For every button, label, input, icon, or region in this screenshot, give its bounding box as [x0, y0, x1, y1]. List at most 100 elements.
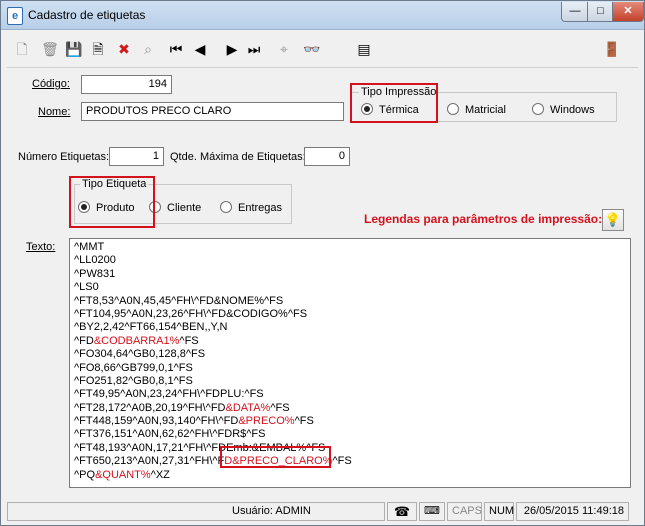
- search-icon[interactable]: ⌕: [137, 38, 159, 60]
- legendas-label: Legendas para parâmetros de impressão:: [364, 212, 603, 226]
- texto-line: ^LS0: [74, 281, 626, 294]
- texto-line: ^BY2,2,42^FT66,154^BEN,,Y,N: [74, 321, 626, 334]
- radio-windows-label: Windows: [550, 104, 595, 116]
- previous-record-icon[interactable]: ◀: [189, 38, 211, 60]
- texto-line: ^FT48,193^A0N,17,21^FH\^FDEmb:&EMBAL%^FS: [74, 442, 626, 455]
- texto-segment: ^XZ: [150, 468, 170, 481]
- radio-matricial[interactable]: Matricial: [447, 103, 506, 116]
- highlight-preco-claro: [220, 446, 331, 468]
- texto-segment: ^MMT: [74, 241, 105, 253]
- save-icon[interactable]: 💾: [63, 38, 85, 60]
- texto-parameter: &CODBARRA1%: [93, 334, 180, 347]
- maximize-button[interactable]: □: [587, 2, 614, 22]
- new-icon[interactable]: 🗋: [11, 38, 33, 60]
- report-icon[interactable]: ▤: [353, 38, 375, 60]
- radio-dot: [447, 103, 459, 115]
- texto-segment: ^FO8,66^GB799,0,1^FS: [74, 361, 193, 374]
- codigo-field[interactable]: 194: [81, 75, 172, 94]
- nome-field[interactable]: PRODUTOS PRECO CLARO: [81, 102, 344, 121]
- texto-segment: ^FT376,151^A0N,62,62^FH\^FDR$^FS: [74, 428, 266, 441]
- texto-parameter: &DATA%: [225, 401, 271, 414]
- texto-segment: ^PQ: [74, 468, 96, 481]
- texto-segment: ^FT8,53^A0N,45,45^FH\^FD&NOME%^FS: [74, 294, 284, 307]
- texto-textarea[interactable]: ^MMT ^LL0200 ^PW831 ^LS0 ^FT8,53^A0N,45,45^F…: [69, 238, 631, 488]
- first-record-icon[interactable]: ⏮: [165, 38, 187, 60]
- numero-etiquetas-field[interactable]: 1: [109, 147, 164, 166]
- trash-icon[interactable]: 🗑: [39, 38, 61, 60]
- minimize-button[interactable]: —: [561, 2, 589, 22]
- phone-icon[interactable]: ☎: [387, 502, 417, 521]
- texto-segment: ^FS: [179, 334, 199, 347]
- texto-segment: ^FT28,172^A0B,20,19^FH\^FD: [74, 401, 226, 414]
- texto-line: ^FT28,172^A0B,20,19^FH\^FD&DATA%^FS: [74, 402, 626, 415]
- texto-line: ^FO251,82^GB0,8,1^FS: [74, 375, 626, 388]
- texto-segment: ^FS: [294, 415, 314, 428]
- texto-segment: ^FT104,95^A0N,23,26^FH\^FD&CODIGO%^FS: [74, 307, 308, 320]
- texto-segment: ^FO304,64^GB0,128,8^FS: [74, 348, 206, 361]
- radio-cliente-label: Cliente: [167, 202, 202, 214]
- last-record-icon[interactable]: ⏭: [243, 38, 265, 60]
- texto-line: ^PW831: [74, 268, 626, 281]
- texto-segment: ^FT650,213^A0N,27,31^FH\^F: [74, 455, 225, 468]
- texto-line: ^FT104,95^A0N,23,26^FH\^FD&CODIGO%^FS: [74, 308, 626, 321]
- next-record-icon[interactable]: ▶: [221, 38, 243, 60]
- texto-line: ^FT650,213^A0N,27,31^FH\^FD&PRECO_CLARO%…: [74, 455, 626, 468]
- texto-segment: ^FT448,159^A0N,93,140^FH\^FD: [74, 415, 239, 428]
- qtde-maxima-field[interactable]: 0: [304, 147, 350, 166]
- title-bar: e Cadastro de etiquetas — □ ✕: [1, 1, 644, 30]
- keyboard-icon: ⌨: [419, 502, 445, 521]
- texto-line: ^MMT: [74, 241, 626, 254]
- nome-label: Nome:: [38, 106, 71, 118]
- filter-icon[interactable]: ⌖: [273, 38, 295, 60]
- status-caps: CAPS: [447, 502, 482, 521]
- texto-label: Texto:: [26, 241, 56, 253]
- toolbar: 🗋 🗑 💾 🗎 ✖ ⌕ ⏮ ◀ ▶ ⏭ ⌖ 👓 ▤ 🚪: [7, 34, 637, 64]
- highlight-tipo-etiqueta: [69, 176, 155, 228]
- radio-windows[interactable]: Windows: [532, 103, 595, 116]
- lightbulb-icon[interactable]: 💡: [602, 209, 624, 231]
- codigo-label: Código:: [32, 78, 70, 90]
- radio-cliente[interactable]: Cliente: [149, 201, 201, 214]
- texto-segment: ^FS: [270, 401, 290, 414]
- toolbar-divider: [7, 67, 638, 68]
- texto-line: ^FT8,53^A0N,45,45^FH\^FD&NOME%^FS: [74, 295, 626, 308]
- main-window: e Cadastro de etiquetas — □ ✕ 🗋 🗑 💾 🗎 ✖ ⌕ ⏮ ◀ ▶ ⏭…: [0, 0, 645, 526]
- texto-parameter: &PRECO%: [238, 415, 295, 428]
- numero-etiquetas-label: Número Etiquetas:: [18, 151, 110, 163]
- texto-segment: ^FD: [74, 334, 94, 347]
- texto-line: ^FO8,66^GB799,0,1^FS: [74, 362, 626, 375]
- binoculars-icon[interactable]: 👓: [301, 38, 323, 60]
- radio-matricial-label: Matricial: [465, 104, 506, 116]
- highlight-tipo-impressao: [350, 83, 438, 123]
- texto-segment: ^LL0200: [74, 254, 116, 267]
- radio-entregas-label: Entregas: [238, 202, 283, 214]
- texto-line: ^FT448,159^A0N,93,140^FH\^FD&PRECO%^FS: [74, 415, 626, 428]
- texto-segment: ^FT49,95^A0N,23,24^FH\^FDPLU:^FS: [74, 388, 264, 401]
- radio-dot: [532, 103, 544, 115]
- edit-icon[interactable]: 🗎: [87, 38, 109, 60]
- texto-segment: ^BY2,2,42^FT66,154^BEN,,Y,N: [74, 321, 228, 334]
- texto-line: ^LL0200: [74, 254, 626, 267]
- exit-icon[interactable]: 🚪: [601, 38, 623, 60]
- app-icon: e: [7, 7, 23, 25]
- texto-segment: ^FO251,82^GB0,8,1^FS: [74, 374, 193, 387]
- status-num: NUM: [484, 502, 514, 521]
- texto-line: ^FT376,151^A0N,62,62^FH\^FDR$^FS: [74, 428, 626, 441]
- status-bar: Usuário: ADMIN ☎ ⌨ CAPS NUM 26/05/2015 1…: [1, 501, 644, 525]
- window-title: Cadastro de etiquetas: [28, 8, 146, 22]
- texto-parameter: &QUANT%: [95, 468, 151, 481]
- texto-line: ^FO304,64^GB0,128,8^FS: [74, 348, 626, 361]
- texto-line: ^FT49,95^A0N,23,24^FH\^FDPLU:^FS: [74, 388, 626, 401]
- radio-dot: [220, 201, 232, 213]
- texto-segment: ^PW831: [74, 267, 116, 280]
- texto-segment: ^LS0: [74, 281, 99, 294]
- texto-line: ^FD&CODBARRA1%^FS: [74, 335, 626, 348]
- qtde-maxima-label: Qtde. Máxima de Etiquetas:: [170, 151, 306, 163]
- texto-line: ^PQ&QUANT%^XZ: [74, 469, 626, 482]
- status-datetime: 26/05/2015 11:49:18: [516, 502, 629, 521]
- radio-entregas[interactable]: Entregas: [220, 201, 282, 214]
- close-button[interactable]: ✕: [612, 2, 644, 22]
- delete-icon[interactable]: ✖: [113, 38, 135, 60]
- status-user: Usuário: ADMIN: [7, 502, 385, 521]
- texto-segment: ^FS: [332, 455, 352, 468]
